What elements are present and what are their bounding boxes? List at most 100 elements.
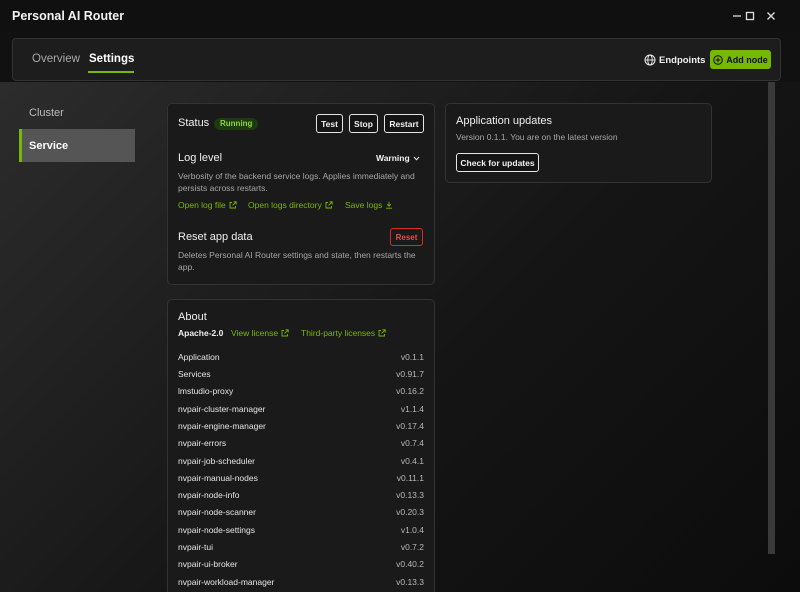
- log-level-title: Log level: [178, 152, 223, 164]
- maximize-icon: [745, 11, 755, 21]
- open-logs-directory-label: Open logs directory: [248, 200, 322, 210]
- maximize-button[interactable]: [740, 6, 760, 26]
- version-row: Application v0.1.1: [178, 348, 424, 365]
- reset-title: Reset app data: [178, 231, 253, 243]
- component-name: nvpair-node-info: [178, 489, 240, 500]
- application-updates-card: Application updates Version 0.1.1. You a…: [445, 103, 712, 183]
- tab-settings[interactable]: Settings: [89, 53, 134, 65]
- test-button[interactable]: Test: [316, 114, 343, 133]
- component-name: nvpair-engine-manager: [178, 420, 266, 431]
- component-version: v0.91.7: [396, 368, 424, 379]
- component-version: v0.4.1: [400, 455, 424, 466]
- version-row: nvpair-tui v0.7.2: [178, 538, 424, 555]
- component-name: nvpair-workload-manager: [178, 576, 275, 587]
- component-version: v0.16.2: [396, 385, 424, 396]
- component-name: nvpair-errors: [178, 437, 227, 448]
- save-logs-link[interactable]: Save logs: [345, 200, 393, 210]
- component-version: v0.13.3: [396, 489, 424, 500]
- component-version: v0.40.2: [396, 558, 424, 569]
- check-for-updates-button[interactable]: Check for updates: [456, 153, 539, 172]
- plus-circle-icon: [713, 54, 724, 65]
- third-party-licenses-link[interactable]: Third-party licenses: [301, 328, 386, 338]
- add-node-button[interactable]: Add node: [710, 50, 771, 69]
- status-title: Status: [178, 117, 210, 129]
- external-link-icon: [325, 201, 333, 209]
- title-bar: Personal AI Router: [0, 0, 800, 32]
- status-card: Status Running Test Stop Restart Log lev…: [167, 103, 435, 285]
- status-badge: Running: [214, 118, 259, 130]
- settings-sidebar: Cluster Service: [19, 96, 135, 162]
- endpoints-button[interactable]: Endpoints: [644, 51, 705, 69]
- third-party-licenses-label: Third-party licenses: [301, 328, 376, 338]
- component-version: v0.7.2: [400, 541, 424, 552]
- component-name: nvpair-node-settings: [178, 524, 256, 535]
- version-row: nvpair-engine-manager v0.17.4: [178, 417, 424, 434]
- component-name: nvpair-manual-nodes: [178, 472, 258, 483]
- open-log-file-label: Open log file: [178, 200, 226, 210]
- about-title: About: [178, 311, 207, 323]
- component-name: Services: [178, 368, 211, 379]
- reset-description: Deletes Personal AI Router settings and …: [178, 250, 416, 272]
- component-version: v0.20.3: [396, 506, 424, 517]
- reset-button[interactable]: Reset: [390, 228, 423, 246]
- component-name: nvpair-node-scanner: [178, 506, 256, 517]
- component-name: nvpair-cluster-manager: [178, 403, 266, 414]
- log-level-value: Warning: [376, 153, 410, 163]
- version-row: nvpair-node-scanner v0.20.3: [178, 503, 424, 520]
- about-card: About Apache-2.0 View license Third-part…: [167, 299, 435, 592]
- add-node-label: Add node: [726, 54, 768, 65]
- component-name: lmstudio-proxy: [178, 385, 234, 396]
- component-version: v0.17.4: [396, 420, 424, 431]
- view-license-link[interactable]: View license: [231, 328, 289, 338]
- sidebar-item-service[interactable]: Service: [19, 129, 135, 162]
- top-navigation: Overview Settings Endpoints Add node: [12, 38, 781, 81]
- external-link-icon: [229, 201, 237, 209]
- component-version: v0.1.1: [400, 351, 424, 362]
- globe-icon: [644, 54, 656, 66]
- updates-title: Application updates: [456, 115, 553, 127]
- license-name: Apache-2.0: [178, 328, 224, 338]
- component-name: nvpair-tui: [178, 541, 213, 552]
- external-link-icon: [378, 329, 386, 337]
- component-version: v1.1.4: [400, 403, 424, 414]
- version-row: nvpair-node-info v0.13.3: [178, 486, 424, 503]
- version-row: nvpair-manual-nodes v0.11.1: [178, 469, 424, 486]
- component-name: nvpair-job-scheduler: [178, 455, 256, 466]
- version-row: nvpair-workload-manager v0.13.3: [178, 573, 424, 590]
- open-log-file-link[interactable]: Open log file: [178, 200, 237, 210]
- version-row: lmstudio-proxy v0.16.2: [178, 382, 424, 399]
- component-name: nvpair-ui-broker: [178, 558, 238, 569]
- version-row: nvpair-errors v0.7.4: [178, 434, 424, 451]
- updates-description: Version 0.1.1. You are on the latest ver…: [456, 132, 618, 142]
- restart-button[interactable]: Restart: [384, 114, 424, 133]
- version-row: Services v0.91.7: [178, 365, 424, 382]
- component-version: v0.13.3: [396, 576, 424, 587]
- download-icon: [386, 201, 393, 209]
- open-logs-directory-link[interactable]: Open logs directory: [248, 200, 333, 210]
- version-row: nvpair-ui-broker v0.40.2: [178, 555, 424, 572]
- close-icon: [767, 12, 775, 20]
- version-row: nvpair-node-settings v1.0.4: [178, 521, 424, 538]
- chevron-down-icon: [413, 156, 420, 161]
- scrollbar[interactable]: [768, 82, 775, 554]
- component-name: Application: [178, 351, 220, 362]
- active-tab-indicator: [88, 71, 134, 73]
- close-button[interactable]: [761, 6, 781, 26]
- save-logs-label: Save logs: [345, 200, 383, 210]
- sidebar-item-label: Service: [29, 139, 69, 152]
- view-license-label: View license: [231, 328, 279, 338]
- endpoints-label: Endpoints: [659, 54, 706, 66]
- component-version: v0.7.4: [400, 437, 424, 448]
- stop-button[interactable]: Stop: [349, 114, 378, 133]
- version-row: nvpair-cluster-manager v1.1.4: [178, 400, 424, 417]
- component-version: v0.11.1: [396, 472, 424, 483]
- version-row: nvpair-job-scheduler v0.4.1: [178, 452, 424, 469]
- tab-overview[interactable]: Overview: [32, 53, 80, 65]
- component-version: v1.0.4: [400, 524, 424, 535]
- sidebar-item-label: Cluster: [29, 106, 64, 119]
- log-level-description: Verbosity of the backend service logs. A…: [178, 171, 415, 193]
- external-link-icon: [281, 329, 289, 337]
- app-title: Personal AI Router: [12, 9, 125, 23]
- log-level-dropdown[interactable]: Warning: [376, 153, 420, 163]
- sidebar-item-cluster[interactable]: Cluster: [19, 96, 135, 129]
